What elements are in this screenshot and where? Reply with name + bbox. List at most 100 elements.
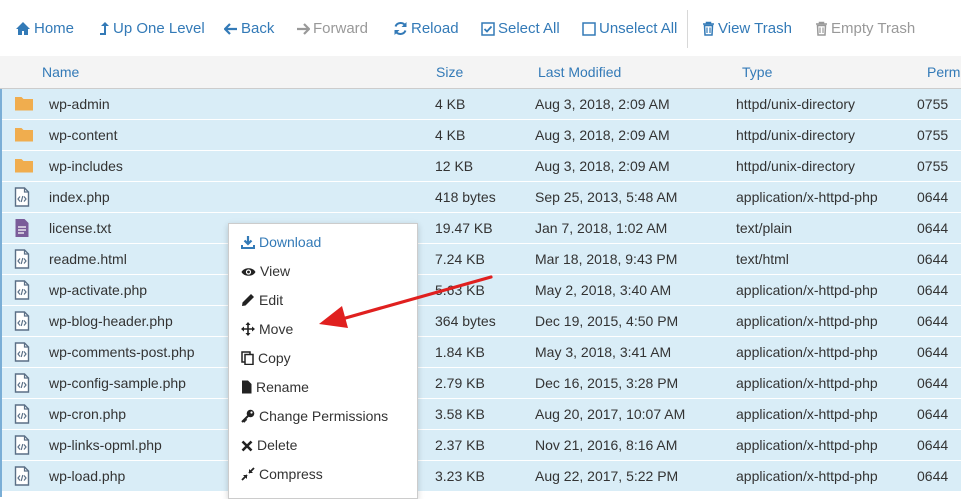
file-size: 418 bytes bbox=[435, 189, 496, 205]
file-permissions: 0644 bbox=[917, 189, 949, 205]
close-icon bbox=[241, 440, 253, 452]
empty-trash-button[interactable]: Empty Trash bbox=[815, 18, 915, 40]
download-icon bbox=[241, 236, 255, 249]
menu-item-edit[interactable]: Edit bbox=[241, 292, 283, 308]
file-name: wp-load.php bbox=[49, 468, 126, 484]
table-row[interactable]: wp-load.php 3.23 KB Aug 22, 2017, 5:22 P… bbox=[2, 461, 961, 492]
file-type: application/x-httpd-php bbox=[736, 468, 878, 484]
folder-icon bbox=[14, 156, 34, 177]
file-name: wp-activate.php bbox=[49, 282, 148, 298]
file-name: wp-config-sample.php bbox=[49, 375, 186, 391]
forward-button[interactable]: Forward bbox=[296, 18, 368, 40]
menu-item-copy[interactable]: Copy bbox=[241, 350, 291, 366]
checkbox-empty-icon bbox=[582, 22, 596, 36]
file-name: wp-links-opml.php bbox=[49, 437, 162, 453]
file-type: httpd/unix-directory bbox=[736, 127, 856, 143]
toolbar-divider bbox=[687, 10, 688, 48]
file-last-modified: May 2, 2018, 3:40 AM bbox=[535, 282, 672, 298]
column-header-last-modified[interactable]: Last Modified bbox=[538, 64, 621, 80]
table-row[interactable]: wp-comments-post.php 1.84 KB May 3, 2018… bbox=[2, 337, 961, 368]
menu-item-delete[interactable]: Delete bbox=[241, 437, 297, 453]
file-type: application/x-httpd-php bbox=[736, 406, 878, 422]
pencil-icon bbox=[242, 294, 254, 306]
code-file-icon bbox=[14, 187, 30, 210]
file-name: wp-cron.php bbox=[49, 406, 127, 422]
column-header-permissions[interactable]: Perm bbox=[927, 64, 960, 80]
file-last-modified: Sep 25, 2013, 5:48 AM bbox=[535, 189, 678, 205]
up-one-level-button[interactable]: Up One Level bbox=[99, 18, 205, 40]
file-permissions: 0755 bbox=[917, 127, 949, 143]
table-row[interactable]: index.php 418 bytes Sep 25, 2013, 5:48 A… bbox=[2, 182, 961, 213]
file-type: application/x-httpd-php bbox=[736, 344, 878, 360]
select-all-button[interactable]: Select All bbox=[481, 18, 560, 40]
file-last-modified: Dec 19, 2015, 4:50 PM bbox=[535, 313, 679, 329]
menu-item-copy-label: Copy bbox=[258, 350, 291, 366]
menu-item-rename[interactable]: Rename bbox=[241, 379, 309, 395]
reload-button[interactable]: Reload bbox=[393, 18, 459, 40]
level-up-icon bbox=[100, 22, 109, 35]
file-last-modified: Jan 7, 2018, 1:02 AM bbox=[535, 220, 668, 236]
menu-item-change-permissions-label: Change Permissions bbox=[259, 408, 389, 424]
back-label: Back bbox=[241, 20, 275, 37]
view-trash-button[interactable]: View Trash bbox=[702, 18, 792, 40]
menu-item-view-label: View bbox=[260, 263, 291, 279]
back-button[interactable]: Back bbox=[223, 18, 275, 40]
menu-item-edit-label: Edit bbox=[259, 292, 284, 308]
column-header-type[interactable]: Type bbox=[742, 64, 772, 80]
table-row[interactable]: wp-links-opml.php 2.37 KB Nov 21, 2016, … bbox=[2, 430, 961, 461]
file-size: 3.23 KB bbox=[435, 468, 485, 484]
home-button[interactable]: Home bbox=[15, 18, 74, 40]
file-permissions: 0644 bbox=[917, 468, 949, 484]
key-icon bbox=[241, 409, 255, 423]
file-last-modified: Aug 20, 2017, 10:07 AM bbox=[535, 406, 686, 422]
menu-item-view[interactable]: View bbox=[241, 263, 290, 279]
eye-icon bbox=[241, 268, 256, 276]
file-type: text/plain bbox=[736, 220, 793, 236]
file-permissions: 0644 bbox=[917, 313, 949, 329]
code-file-icon bbox=[14, 280, 30, 303]
file-permissions: 0755 bbox=[917, 158, 949, 174]
file-last-modified: Aug 3, 2018, 2:09 AM bbox=[535, 96, 670, 112]
file-size: 4 KB bbox=[435, 96, 466, 112]
table-row[interactable]: wp-admin 4 KB Aug 3, 2018, 2:09 AM httpd… bbox=[2, 89, 961, 120]
menu-item-download[interactable]: Download bbox=[241, 234, 321, 250]
menu-item-compress[interactable]: Compress bbox=[241, 466, 323, 482]
table-row[interactable]: wp-cron.php 3.58 KB Aug 20, 2017, 10:07 … bbox=[2, 399, 961, 430]
menu-item-compress-label: Compress bbox=[259, 466, 323, 482]
trash-icon bbox=[816, 21, 827, 36]
context-menu: Download View Edit Move Copy Rename Chan… bbox=[228, 223, 418, 499]
table-row[interactable]: wp-config-sample.php 2.79 KB Dec 16, 201… bbox=[2, 368, 961, 399]
file-size: 3.58 KB bbox=[435, 406, 485, 422]
column-header-name[interactable]: Name bbox=[42, 64, 79, 80]
refresh-icon bbox=[394, 22, 407, 35]
code-file-icon bbox=[14, 249, 30, 272]
file-size: 4 KB bbox=[435, 127, 466, 143]
table-row[interactable]: license.txt 19.47 KB Jan 7, 2018, 1:02 A… bbox=[2, 213, 961, 244]
table-row[interactable]: wp-content 4 KB Aug 3, 2018, 2:09 AM htt… bbox=[2, 120, 961, 151]
file-type: application/x-httpd-php bbox=[736, 437, 878, 453]
file-name: readme.html bbox=[49, 251, 127, 267]
move-arrows-icon bbox=[241, 322, 255, 336]
file-permissions: 0644 bbox=[917, 282, 949, 298]
column-header-size[interactable]: Size bbox=[436, 64, 463, 80]
file-permissions: 0644 bbox=[917, 220, 949, 236]
file-last-modified: Mar 18, 2018, 9:43 PM bbox=[535, 251, 678, 267]
file-permissions: 0644 bbox=[917, 437, 949, 453]
menu-item-change-permissions[interactable]: Change Permissions bbox=[241, 408, 388, 424]
file-last-modified: Aug 3, 2018, 2:09 AM bbox=[535, 158, 670, 174]
table-row[interactable]: wp-includes 12 KB Aug 3, 2018, 2:09 AM h… bbox=[2, 151, 961, 182]
code-file-icon bbox=[14, 311, 30, 334]
unselect-all-button[interactable]: Unselect All bbox=[582, 18, 677, 40]
menu-item-move[interactable]: Move bbox=[241, 321, 293, 337]
folder-icon bbox=[14, 94, 34, 115]
code-file-icon bbox=[14, 466, 30, 489]
reload-label: Reload bbox=[411, 20, 459, 37]
home-icon bbox=[16, 22, 30, 35]
text-file-icon bbox=[14, 218, 30, 241]
select-all-label: Select All bbox=[498, 20, 560, 37]
file-size: 1.84 KB bbox=[435, 344, 485, 360]
code-file-icon bbox=[14, 342, 30, 365]
code-file-icon bbox=[14, 404, 30, 427]
file-size: 7.24 KB bbox=[435, 251, 485, 267]
menu-item-delete-label: Delete bbox=[257, 437, 298, 453]
